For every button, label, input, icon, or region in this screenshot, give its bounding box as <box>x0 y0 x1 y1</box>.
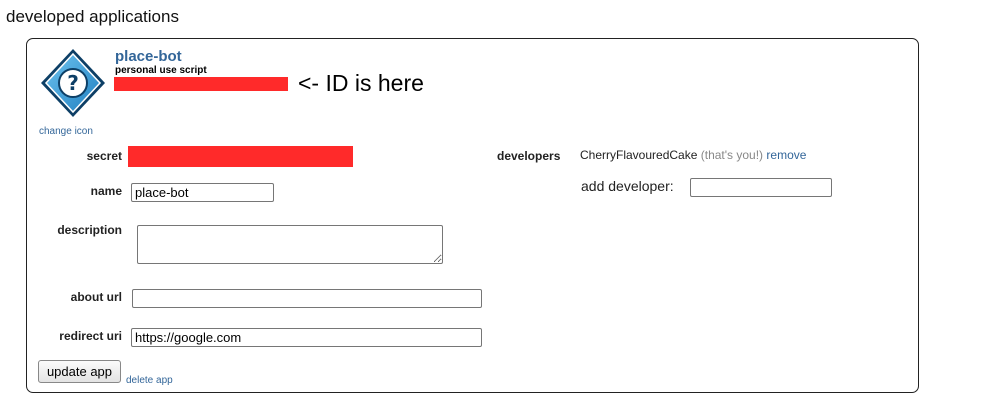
description-label: description <box>57 223 122 237</box>
about-url-label: about url <box>70 290 122 304</box>
remove-developer-link[interactable]: remove <box>766 148 806 162</box>
redacted-secret <box>128 146 353 167</box>
add-developer-input[interactable] <box>690 178 832 197</box>
name-label: name <box>90 184 122 198</box>
add-developer-label: add developer: <box>581 178 674 194</box>
secret-label: secret <box>86 149 122 163</box>
name-input[interactable] <box>131 183 274 202</box>
about-url-input[interactable] <box>132 289 482 308</box>
developer-name: CherryFlavouredCake <box>580 148 698 162</box>
update-app-button[interactable]: update app <box>38 360 121 383</box>
section-title: developed applications <box>6 7 179 26</box>
app-name: place-bot <box>115 48 182 65</box>
developers-label: developers <box>497 149 561 163</box>
id-annotation: <- ID is here <box>298 70 424 96</box>
delete-app-link[interactable]: delete app <box>126 375 173 386</box>
change-icon-link[interactable]: change icon <box>39 126 93 137</box>
developer-you-note: (that's you!) <box>700 148 764 162</box>
question-mark-diamond-icon[interactable]: ? <box>38 46 108 120</box>
redirect-uri-input[interactable] <box>131 328 482 347</box>
developer-entry: CherryFlavouredCake (that's you!) remove <box>580 148 806 162</box>
redirect-uri-label: redirect uri <box>59 329 122 343</box>
description-textarea[interactable] <box>137 225 443 264</box>
svg-text:?: ? <box>67 71 79 95</box>
redacted-app-id <box>114 77 288 91</box>
app-type: personal use script <box>115 65 207 76</box>
